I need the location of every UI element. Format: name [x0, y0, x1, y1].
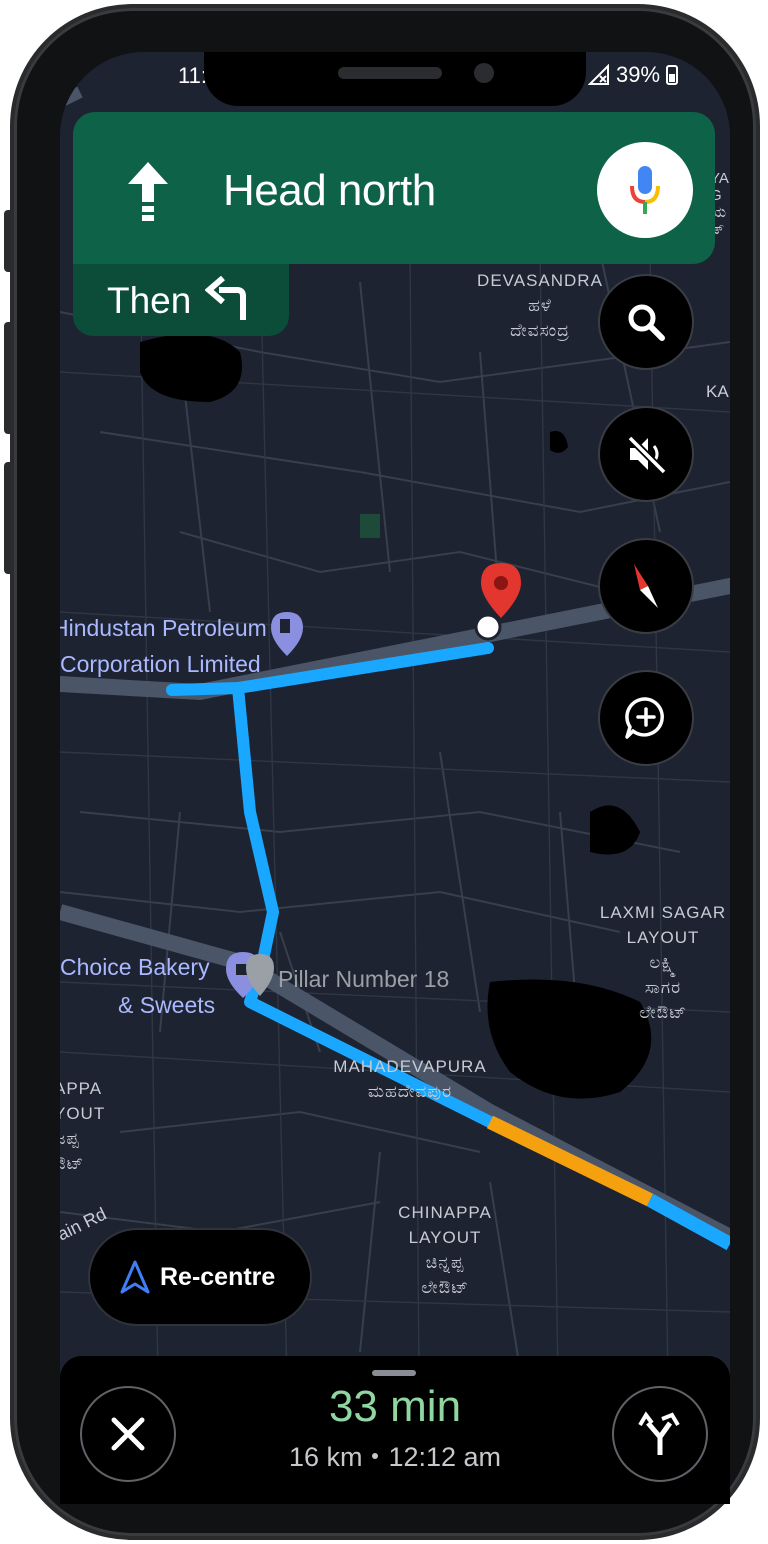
- area-label-ka: KA: [706, 382, 729, 401]
- devasandra-name: DEVASANDRA: [477, 271, 603, 290]
- search-button[interactable]: [598, 274, 694, 370]
- area-label-left-edge: APPA YOUT ಜಪ್ಪ ಔಟ್: [60, 1076, 114, 1176]
- laxmi-line-2: LAYOUT: [626, 928, 700, 947]
- re-centre-button[interactable]: Re-centre: [88, 1228, 312, 1326]
- area-label-laxmi-sagar: LAXMI SAGAR LAYOUT ಲಕ್ಷ್ಮಿ ಸಾಗರ ಲೇಔಟ್: [588, 900, 730, 1025]
- voice-search-button[interactable]: [597, 142, 693, 238]
- no-signal-icon: [588, 64, 609, 85]
- then-instruction[interactable]: Then: [73, 264, 289, 336]
- re-centre-label: Re-centre: [160, 1262, 276, 1291]
- battery-percent: 39%: [616, 62, 661, 87]
- navigation-arrow-icon: [120, 1260, 150, 1294]
- area-label-chinappa: CHINAPPA LAYOUT ಚಿನ್ನಪ್ಪ ಲೇಔಟ್: [380, 1200, 510, 1300]
- earpiece-speaker: [338, 67, 442, 79]
- arrow-up-icon: [128, 162, 168, 221]
- area-label-devasandra: DEVASANDRA ಹಳೆ ದೇವಸಂದ್ರ: [460, 268, 620, 343]
- chinappa-line-2: LAYOUT: [408, 1228, 482, 1247]
- compass-icon: [634, 564, 658, 608]
- poi-label-pillar[interactable]: Pillar Number 18: [278, 966, 449, 993]
- sound-off-icon: [627, 435, 667, 475]
- alternate-routes-icon: [638, 1411, 680, 1455]
- devasandra-local-1: ಹಳೆ: [528, 296, 552, 315]
- separator-dot: [372, 1452, 379, 1459]
- trip-distance: 16 km: [288, 1442, 363, 1472]
- park: [360, 514, 380, 538]
- front-camera: [474, 63, 494, 83]
- current-location-dot: [474, 613, 502, 641]
- sheet-drag-handle[interactable]: [372, 1370, 416, 1376]
- then-label: Then: [107, 280, 192, 321]
- arrival-time: 12:12 am: [388, 1442, 502, 1472]
- turn-left-icon: [205, 276, 246, 320]
- eta-value: 33: [328, 1382, 378, 1431]
- area-label-mahadevapura: MAHADEVAPURA ಮಹದೇವಪುರ: [320, 1054, 500, 1104]
- chinappa-line-1: CHINAPPA: [398, 1203, 492, 1222]
- chinappa-line-3: ಚಿನ್ನಪ್ಪ: [425, 1253, 465, 1272]
- eta-unit: min: [390, 1382, 462, 1431]
- alternate-routes-button[interactable]: [612, 1386, 708, 1482]
- status-icons: 39%: [588, 62, 679, 88]
- instruction-text: Head north: [223, 166, 436, 215]
- google-mic-icon: [630, 166, 660, 214]
- devasandra-local-2: ದೇವಸಂದ್ರ: [510, 321, 570, 340]
- laxmi-line-3: ಲಕ್ಷ್ಮಿ: [649, 953, 677, 972]
- chinappa-line-4: ಲೇಔಟ್: [421, 1278, 469, 1297]
- poi-label-bakery-1[interactable]: Choice Bakery: [60, 954, 210, 981]
- trip-summary-sheet[interactable]: 33 min 16 km 12:12 am: [60, 1356, 730, 1504]
- add-report-button[interactable]: [598, 670, 694, 766]
- poi-label-bakery-2[interactable]: & Sweets: [118, 992, 215, 1019]
- navigation-banner[interactable]: Head north: [73, 112, 715, 264]
- poi-label-petroleum-1[interactable]: Hindustan Petroleum: [60, 615, 267, 642]
- mahadevapura-local: ಮಹದೇವಪುರ: [367, 1082, 453, 1101]
- sound-toggle-button[interactable]: [598, 406, 694, 502]
- add-report-icon: [625, 697, 664, 739]
- mahadevapura-name: MAHADEVAPURA: [333, 1057, 487, 1076]
- search-icon: [628, 304, 665, 341]
- laxmi-line-5: ಲೇಔಟ್: [639, 1003, 687, 1022]
- compass-button[interactable]: [598, 538, 694, 634]
- left-edge-4: ಔಟ್: [60, 1154, 85, 1173]
- left-edge-1: APPA: [60, 1079, 103, 1098]
- battery-icon: [666, 65, 679, 85]
- left-edge-3: ಜಪ್ಪ: [60, 1129, 80, 1148]
- laxmi-line-1: LAXMI SAGAR: [599, 903, 727, 922]
- camera-notch: [204, 52, 586, 106]
- poi-label-petroleum-2[interactable]: Corporation Limited: [60, 651, 261, 678]
- laxmi-line-4: ಸಾಗರ: [644, 978, 682, 997]
- left-edge-2: YOUT: [60, 1104, 106, 1123]
